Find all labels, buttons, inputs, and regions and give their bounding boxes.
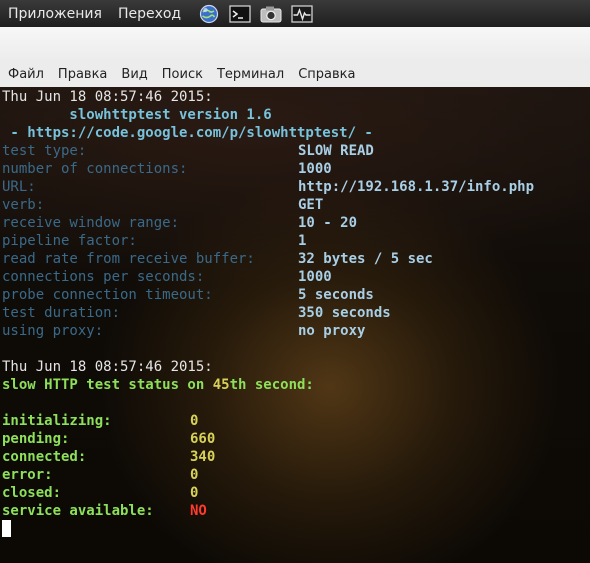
menu-help[interactable]: Справка [291,67,362,82]
status-row: initializing: 0 [2,413,199,429]
version-line: slowhttptest version 1.6 [2,107,272,123]
status-row: closed: 0 [2,485,199,501]
service-available-badge: NO [190,503,207,519]
menu-search[interactable]: Поиск [155,67,210,82]
globe-browser-icon[interactable] [198,4,220,24]
config-row: using proxy: no proxy [2,323,366,339]
terminal-menubar: Файл Правка Вид Поиск Терминал Справка [0,61,590,88]
status-row: pending: 660 [2,431,216,447]
top-panel: Приложения Переход [0,0,590,27]
status-heading: slow HTTP test status on 45th second: [2,377,314,393]
menu-view[interactable]: Вид [114,67,154,82]
config-row: pipeline factor: 1 [2,233,307,249]
config-row: URL: http://192.168.1.37/info.php [2,179,535,195]
menu-terminal[interactable]: Терминал [210,67,291,82]
places-menu[interactable]: Переход [110,6,189,22]
status-row-service-available: service available: NO [2,503,207,519]
terminal-launcher-icon[interactable] [229,4,251,24]
terminal-output[interactable]: Thu Jun 18 08:57:46 2015: slowhttptest v… [0,87,590,563]
config-row: verb: GET [2,197,324,213]
config-row: connections per seconds: 1000 [2,269,332,285]
menu-file[interactable]: Файл [0,67,51,82]
status-row: error: 0 [2,467,199,483]
config-row: read rate from receive buffer: 32 bytes /… [2,251,433,267]
text-cursor [2,520,11,537]
header-date: Thu Jun 18 08:57:46 2015: [2,89,213,105]
applications-menu[interactable]: Приложения [0,6,110,22]
config-row: test type: SLOW READ [2,143,374,159]
status-second: 45 [212,377,230,393]
system-monitor-icon[interactable] [291,4,313,24]
menu-edit[interactable]: Правка [51,67,114,82]
camera-icon[interactable] [260,4,282,24]
config-row: receive window range: 10 - 20 [2,215,358,231]
config-row: test duration: 350 seconds [2,305,391,321]
window-titlebar[interactable] [0,27,590,61]
url-line: - https://code.google.com/p/slowhttptest… [2,125,373,141]
status-date: Thu Jun 18 08:57:46 2015: [2,359,213,375]
config-row: number of connections: 1000 [2,161,332,177]
config-row: probe connection timeout: 5 seconds [2,287,374,303]
status-row: connected: 340 [2,449,216,465]
